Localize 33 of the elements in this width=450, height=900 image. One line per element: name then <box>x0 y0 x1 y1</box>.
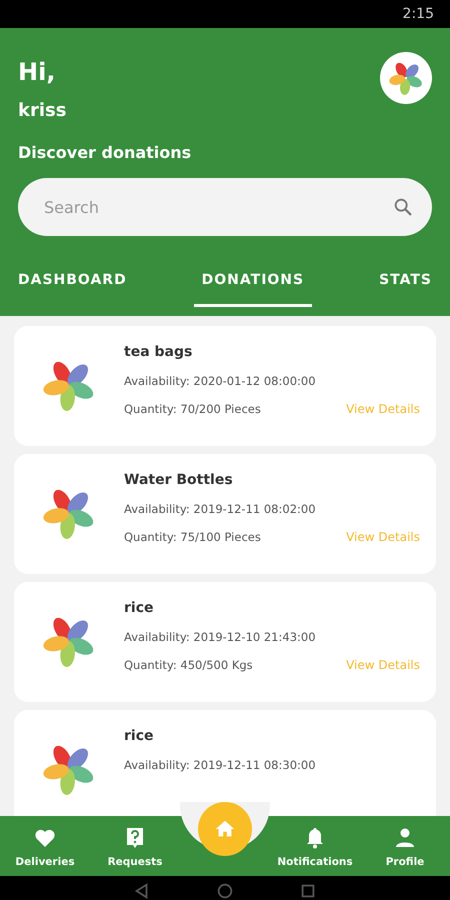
nav-item[interactable]: Requests <box>90 826 180 868</box>
tab[interactable]: STATS <box>371 266 440 307</box>
person-icon <box>393 826 417 850</box>
availability-text: Availability: 2020-01-12 08:00:00 <box>124 374 317 388</box>
search-bar[interactable]: Search <box>18 178 432 236</box>
availability-text: Availability: 2019-12-10 21:43:00 <box>124 630 317 644</box>
donation-card[interactable]: tea bags Availability: 2020-01-12 08:00:00 Quantity: 70/200 Pieces View Details <box>14 326 436 446</box>
quantity-text: Quantity: 75/100 Pieces <box>124 530 261 544</box>
quantity-text: Quantity: 450/500 Kgs <box>124 658 253 672</box>
donation-title: tea bags <box>124 344 194 360</box>
donation-title: Water Bottles <box>124 472 234 488</box>
nav-item[interactable]: Deliveries <box>0 826 90 868</box>
donation-card[interactable]: Water Bottles Availability: 2019-12-11 08:02:00 Quantity: 75/100 Pieces View Details <box>14 454 436 574</box>
clock-time: 2:15 <box>402 6 434 22</box>
nav-item[interactable]: Profile <box>360 826 450 868</box>
greeting: Hi, <box>18 58 56 86</box>
tab[interactable]: DASHBOARD <box>10 266 135 307</box>
donation-card[interactable]: rice Availability: 2019-12-11 08:30:00 <box>14 710 436 816</box>
recents-icon[interactable] <box>299 882 318 900</box>
user-name: kriss <box>18 100 66 121</box>
search-field[interactable]: Search <box>42 178 392 236</box>
donation-card[interactable]: rice Availability: 2019-12-10 21:43:00 Quantity: 450/500 Kgs View Details <box>14 582 436 702</box>
nav-item[interactable]: Notifications <box>270 826 360 868</box>
donation-title: rice <box>124 728 154 744</box>
quantity-text: Quantity: 70/200 Pieces <box>124 402 261 416</box>
search-icon[interactable] <box>392 196 414 218</box>
donation-title: rice <box>124 600 154 616</box>
availability-text: Availability: 2019-12-11 08:02:00 <box>124 502 317 516</box>
availability-text: Availability: 2019-12-11 08:30:00 <box>124 758 317 772</box>
section-subtitle: Discover donations <box>18 143 192 162</box>
logo-avatar[interactable] <box>380 52 432 104</box>
tab[interactable]: DONATIONS <box>194 266 312 307</box>
home-circle-icon[interactable] <box>216 882 234 900</box>
